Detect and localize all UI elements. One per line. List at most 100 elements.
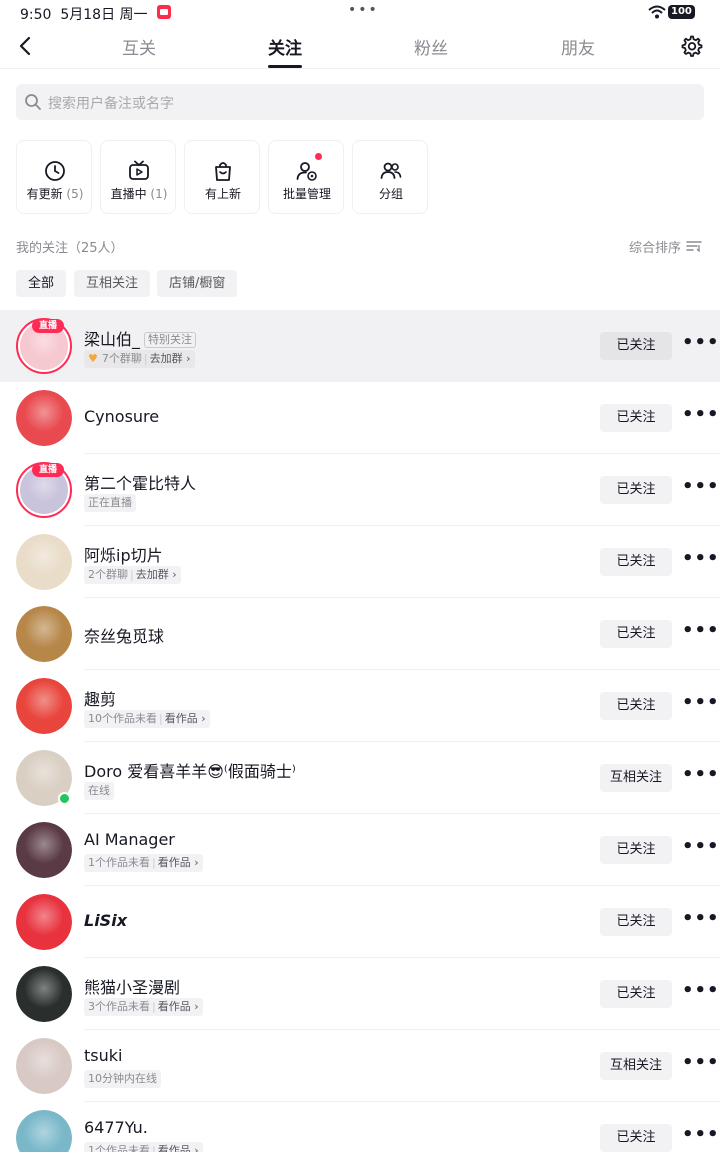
list-item[interactable]: 直播 梁山伯_ 特别关注 ♥ 7个群聊 | 去加群 › 已关注 ••• bbox=[0, 310, 720, 382]
list-item[interactable]: Doro 爱看喜羊羊😎⁽假面骑士⁾ 在线 互相关注 ••• bbox=[0, 742, 720, 814]
avatar[interactable]: 直播 bbox=[16, 318, 72, 374]
user-name[interactable]: 第二个霍比特人 bbox=[84, 470, 196, 494]
follow-status-button[interactable]: 已关注 bbox=[600, 332, 672, 360]
more-options-icon[interactable]: ••• bbox=[682, 404, 719, 432]
subtitle-action[interactable]: 去加群 › bbox=[150, 352, 191, 365]
user-name[interactable]: tsuki bbox=[84, 1046, 122, 1065]
follow-status-button[interactable]: 已关注 bbox=[600, 476, 672, 504]
user-subtitle[interactable]: 1个作品未看 | 看作品 › bbox=[84, 854, 203, 872]
nav-divider bbox=[0, 68, 720, 69]
list-item[interactable]: 趣剪 10个作品未看 | 看作品 › 已关注 ••• bbox=[0, 670, 720, 742]
more-options-icon[interactable]: ••• bbox=[682, 1052, 719, 1080]
sort-button[interactable]: 综合排序 bbox=[629, 237, 681, 256]
user-subtitle[interactable]: 10个作品未看 | 看作品 › bbox=[84, 710, 210, 728]
shopping-bag-icon bbox=[215, 162, 231, 181]
sort-icon[interactable] bbox=[686, 240, 702, 252]
more-options-icon[interactable]: ••• bbox=[682, 620, 719, 648]
more-options-icon[interactable]: ••• bbox=[682, 836, 719, 864]
tab-following[interactable]: 关注 bbox=[245, 34, 325, 59]
follow-status-button[interactable]: 已关注 bbox=[600, 908, 672, 936]
avatar[interactable] bbox=[16, 1110, 72, 1152]
back-arrow-icon[interactable] bbox=[14, 34, 38, 58]
follow-status-button[interactable]: 互相关注 bbox=[600, 764, 672, 792]
user-name[interactable]: LiSix bbox=[84, 911, 127, 930]
shortcut-groups[interactable]: 分组 bbox=[352, 140, 428, 214]
avatar[interactable] bbox=[16, 390, 72, 446]
avatar[interactable] bbox=[16, 534, 72, 590]
tab-mutual[interactable]: 互关 bbox=[99, 34, 179, 59]
notification-dot bbox=[315, 153, 322, 160]
user-subtitle[interactable]: 3个作品未看 | 看作品 › bbox=[84, 998, 203, 1016]
more-options-icon[interactable]: ••• bbox=[682, 764, 719, 792]
user-name[interactable]: Doro 爱看喜羊羊😎⁽假面骑士⁾ bbox=[84, 758, 296, 782]
user-settings-icon bbox=[296, 162, 317, 181]
avatar[interactable] bbox=[16, 894, 72, 950]
avatar[interactable] bbox=[16, 822, 72, 878]
shortcut-label: 有上新 bbox=[204, 187, 241, 201]
user-name[interactable]: 奈丝兔觅球 bbox=[84, 623, 164, 647]
list-item[interactable]: 奈丝兔觅球 已关注 ••• bbox=[0, 598, 720, 670]
list-item[interactable]: 阿烁ip切片 2个群聊 | 去加群 › 已关注 ••• bbox=[0, 526, 720, 598]
avatar[interactable] bbox=[16, 966, 72, 1022]
filter-shop[interactable]: 店铺/橱窗 bbox=[157, 270, 238, 297]
more-options-icon[interactable]: ••• bbox=[682, 332, 719, 360]
user-name-text: 熊猫小圣漫剧 bbox=[84, 978, 181, 997]
user-name[interactable]: 6477Yu. bbox=[84, 1118, 148, 1137]
shortcut-label: 批量管理 bbox=[282, 187, 331, 201]
avatar[interactable] bbox=[16, 1038, 72, 1094]
follow-status-button[interactable]: 已关注 bbox=[600, 836, 672, 864]
user-name-text: Doro 爱看喜羊羊😎⁽假面骑士⁾ bbox=[84, 762, 296, 781]
subtitle-action[interactable]: 看作品 › bbox=[158, 856, 199, 869]
subtitle-action[interactable]: 看作品 › bbox=[165, 712, 206, 725]
avatar[interactable] bbox=[16, 606, 72, 662]
shortcut-live[interactable]: 直播中 (1) bbox=[100, 140, 176, 214]
gear-icon[interactable] bbox=[680, 34, 704, 58]
more-options-icon[interactable]: ••• bbox=[682, 980, 719, 1008]
list-item[interactable]: AI Manager 1个作品未看 | 看作品 › 已关注 ••• bbox=[0, 814, 720, 886]
user-name[interactable]: AI Manager bbox=[84, 830, 175, 849]
more-options-icon[interactable]: ••• bbox=[682, 476, 719, 504]
follow-status-button[interactable]: 已关注 bbox=[600, 548, 672, 576]
follow-status-button[interactable]: 已关注 bbox=[600, 1124, 672, 1152]
shortcut-updates[interactable]: 有更新 (5) bbox=[16, 140, 92, 214]
subtitle-action[interactable]: 看作品 › bbox=[158, 1000, 199, 1013]
user-subtitle[interactable]: 1个作品未看 | 看作品 › bbox=[84, 1142, 203, 1152]
list-item[interactable]: LiSix 已关注 ••• bbox=[0, 886, 720, 958]
shortcut-batch-manage[interactable]: 批量管理 bbox=[268, 140, 344, 214]
list-item[interactable]: 6477Yu. 1个作品未看 | 看作品 › 已关注 ••• bbox=[0, 1102, 720, 1152]
user-subtitle[interactable]: ♥ 7个群聊 | 去加群 › bbox=[84, 350, 195, 368]
tab-fans[interactable]: 粉丝 bbox=[391, 34, 471, 59]
follow-status-button[interactable]: 已关注 bbox=[600, 692, 672, 720]
list-item[interactable]: 直播 第二个霍比特人正在直播 已关注 ••• bbox=[0, 454, 720, 526]
avatar[interactable] bbox=[16, 678, 72, 734]
list-item[interactable]: 熊猫小圣漫剧 3个作品未看 | 看作品 › 已关注 ••• bbox=[0, 958, 720, 1030]
avatar[interactable]: 直播 bbox=[16, 462, 72, 518]
follow-status-button[interactable]: 已关注 bbox=[600, 980, 672, 1008]
user-name[interactable]: Cynosure bbox=[84, 407, 159, 426]
filter-mutual[interactable]: 互相关注 bbox=[74, 270, 151, 297]
more-options-icon[interactable]: ••• bbox=[682, 1124, 719, 1152]
user-name[interactable]: 熊猫小圣漫剧 bbox=[84, 974, 180, 998]
list-item[interactable]: Cynosure 已关注 ••• bbox=[0, 382, 720, 454]
user-name[interactable]: 梁山伯_ 特别关注 bbox=[84, 326, 197, 350]
user-subtitle[interactable]: 2个群聊 | 去加群 › bbox=[84, 566, 181, 584]
tab-friends[interactable]: 朋友 bbox=[538, 34, 618, 59]
more-options-icon[interactable]: ••• bbox=[682, 548, 719, 576]
user-name[interactable]: 阿烁ip切片 bbox=[84, 542, 163, 566]
follow-status-button[interactable]: 已关注 bbox=[600, 404, 672, 432]
subtitle-action[interactable]: 看作品 › bbox=[158, 1144, 199, 1152]
more-options-icon[interactable]: ••• bbox=[682, 908, 719, 936]
list-item[interactable]: tsuki 10分钟内在线 互相关注 ••• bbox=[0, 1030, 720, 1102]
user-name[interactable]: 趣剪 bbox=[84, 686, 116, 710]
separator: | bbox=[130, 568, 134, 581]
search-icon bbox=[25, 94, 41, 110]
search-input[interactable]: 搜索用户备注或名字 bbox=[16, 84, 704, 120]
more-options-icon[interactable]: ••• bbox=[682, 692, 719, 720]
follow-status-button[interactable]: 互相关注 bbox=[600, 1052, 672, 1080]
shortcut-new-products[interactable]: 有上新 bbox=[184, 140, 260, 214]
filter-all[interactable]: 全部 bbox=[16, 270, 67, 297]
subtitle-action[interactable]: 去加群 › bbox=[136, 568, 177, 581]
subtitle-text: 正在直播 bbox=[88, 496, 132, 509]
follow-status-button[interactable]: 已关注 bbox=[600, 620, 672, 648]
online-status-dot bbox=[58, 792, 71, 805]
